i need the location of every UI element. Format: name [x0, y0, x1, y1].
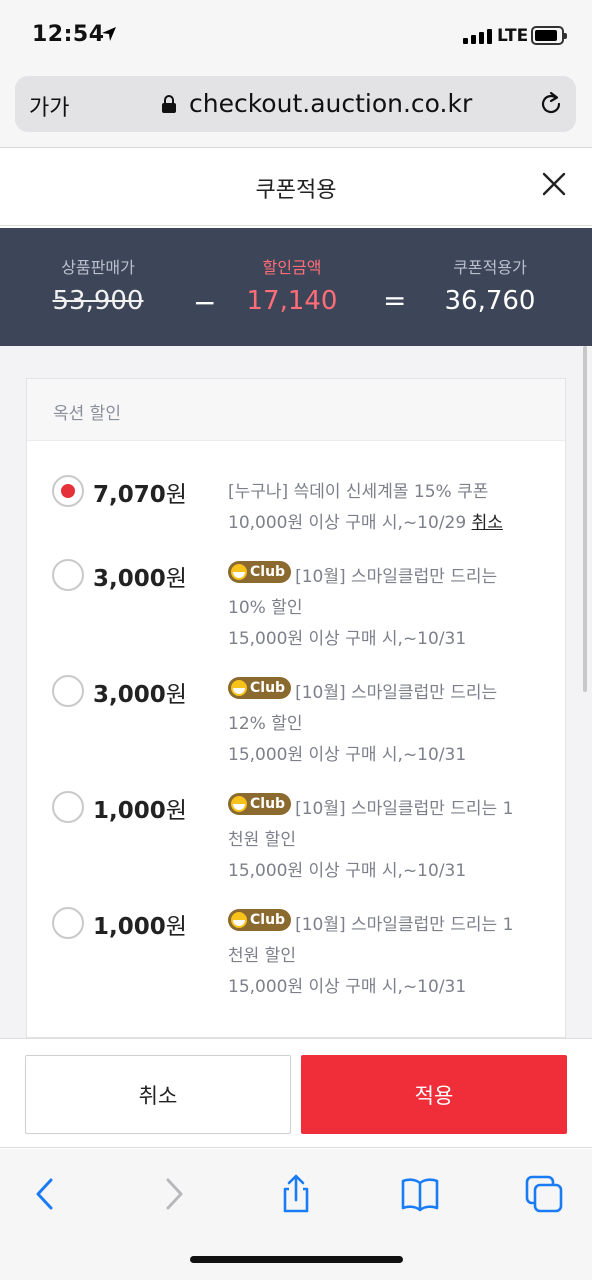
signal-icon [463, 28, 492, 44]
club-badge-icon: Club [228, 793, 292, 815]
url-domain[interactable]: checkout.auction.co.kr [189, 89, 472, 118]
coupon-amount: 1,000원 [93, 798, 187, 824]
coupon-radio[interactable] [52, 559, 84, 591]
coupon-condition: 10,000원 이상 구매 시,~10/29 [228, 513, 467, 533]
address-bar[interactable]: 가가 checkout.auction.co.kr [15, 76, 576, 132]
original-price: 53,900 [52, 286, 144, 316]
coupon-amount: 1,000원 [93, 914, 187, 940]
coupon-title: [10월] 스마일클럽만 드리는 [295, 567, 498, 587]
apply-button[interactable]: 적용 [301, 1055, 567, 1134]
club-badge-icon: Club [228, 909, 292, 931]
coupon-radio[interactable] [52, 675, 84, 707]
coupon-amount: 3,000원 [93, 682, 187, 708]
coupon-condition: 15,000원 이상 구매 시,~10/31 [228, 861, 467, 881]
discount-amount: 17,140 [246, 286, 338, 316]
back-icon[interactable] [26, 1174, 66, 1214]
equals-sign: = [383, 284, 407, 317]
minus-sign: − [193, 286, 217, 319]
coupon-title-cont: 천원 할인 [228, 946, 296, 966]
lock-icon [162, 95, 176, 113]
browser-address-area: 가가 checkout.auction.co.kr [0, 70, 592, 148]
final-price: 36,760 [444, 286, 536, 316]
original-price-label: 상품판매가 [61, 258, 135, 277]
coupon-title-cont: 12% 할인 [228, 714, 303, 734]
original-price-block: 상품판매가 53,900 [38, 254, 158, 316]
status-time: 12:54 [32, 22, 105, 47]
modal-header: 쿠폰적용 [0, 148, 592, 226]
forward-icon[interactable] [153, 1174, 193, 1214]
network-label: LTE [497, 26, 529, 46]
coupon-list-area[interactable]: 옥션 할인 7,070원 [누구나] 쓱데이 신세계몰 15% 쿠폰 10,00… [0, 346, 592, 1038]
coupon-radio[interactable] [52, 907, 84, 939]
location-arrow-icon [102, 27, 116, 41]
status-bar: 12:54 LTE [0, 0, 592, 70]
coupon-title: [10월] 스마일클럽만 드리는 1 [295, 799, 514, 819]
club-badge-icon: Club [228, 561, 292, 583]
coupon-amount: 7,070원 [93, 482, 187, 508]
coupon-title-cont: 10% 할인 [228, 598, 303, 618]
bookmarks-icon[interactable] [400, 1174, 440, 1214]
coupon-title: [10월] 스마일클럽만 드리는 [295, 683, 498, 703]
final-price-block: 쿠폰적용가 36,760 [430, 254, 550, 316]
coupon-description: [누구나] 쓱데이 신세계몰 15% 쿠폰 10,000원 이상 구매 시,~1… [228, 477, 548, 539]
final-price-label: 쿠폰적용가 [453, 258, 527, 277]
home-indicator [190, 1256, 403, 1263]
coupon-description: Club [10월] 스마일클럽만 드리는 1 천원 할인 15,000원 이상 … [228, 793, 548, 887]
page-title: 쿠폰적용 [255, 178, 337, 203]
scrollbar[interactable] [583, 346, 587, 692]
coupon-description: Club [10월] 스마일클럽만 드리는 12% 할인 15,000원 이상 구… [228, 677, 548, 771]
text-size-button[interactable]: 가가 [29, 90, 69, 122]
action-bar: 취소 적용 [0, 1038, 592, 1148]
coupon-condition: 15,000원 이상 구매 시,~10/31 [228, 629, 467, 649]
price-summary: 상품판매가 53,900 − 할인금액 17,140 = 쿠폰적용가 36,76… [0, 228, 592, 346]
discount-label: 할인금액 [262, 258, 322, 277]
close-icon[interactable] [540, 170, 568, 198]
battery-icon [531, 26, 567, 45]
coupon-title: [누구나] 쓱데이 신세계몰 15% 쿠폰 [228, 482, 489, 502]
reload-icon[interactable] [537, 90, 565, 118]
share-icon[interactable] [276, 1174, 316, 1214]
coupon-condition: 15,000원 이상 구매 시,~10/31 [228, 977, 467, 997]
tabs-icon[interactable] [524, 1174, 564, 1214]
coupon-description: Club [10월] 스마일클럽만 드리는 1 천원 할인 15,000원 이상 … [228, 909, 548, 1003]
coupon-amount: 3,000원 [93, 566, 187, 592]
coupon-condition: 15,000원 이상 구매 시,~10/31 [228, 745, 467, 765]
coupon-radio[interactable] [52, 791, 84, 823]
section-title: 옥션 할인 [27, 379, 565, 441]
coupon-radio[interactable] [52, 475, 84, 507]
cancel-button[interactable]: 취소 [25, 1055, 291, 1134]
coupon-title: [10월] 스마일클럽만 드리는 1 [295, 915, 514, 935]
coupon-description: Club [10월] 스마일클럽만 드리는 10% 할인 15,000원 이상 구… [228, 561, 548, 655]
coupon-cancel-link[interactable]: 취소 [472, 513, 503, 533]
coupon-panel: 옥션 할인 7,070원 [누구나] 쓱데이 신세계몰 15% 쿠폰 10,00… [26, 378, 566, 1038]
club-badge-icon: Club [228, 677, 292, 699]
discount-block: 할인금액 17,140 [232, 254, 352, 316]
coupon-title-cont: 천원 할인 [228, 830, 296, 850]
